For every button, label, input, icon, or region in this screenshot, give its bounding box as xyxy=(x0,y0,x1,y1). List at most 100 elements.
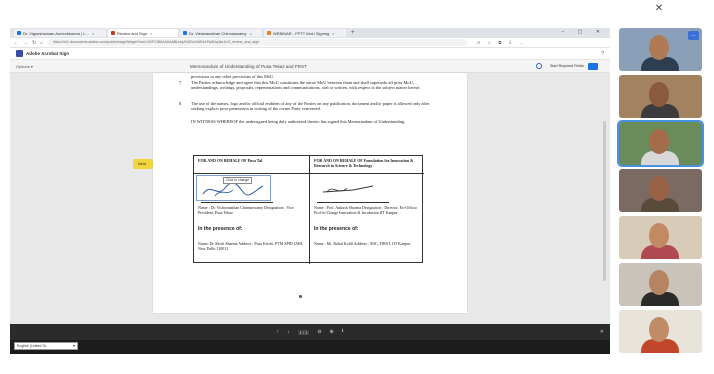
participant-gallery: … xyxy=(617,28,704,358)
scroll-down-icon[interactable]: ↓ xyxy=(287,329,290,335)
start-button[interactable] xyxy=(588,63,598,70)
reload-icon[interactable]: ↻ xyxy=(32,40,36,46)
witness-details: Name: Dr Akriti Sharma Address : Pusa Kr… xyxy=(198,241,304,251)
clause-number: 8. xyxy=(179,101,183,106)
paragraph: provisions in any other provisions of th… xyxy=(191,74,275,79)
options-menu[interactable]: Options ▾ xyxy=(16,64,33,69)
participant-face xyxy=(649,35,669,60)
party-heading: FOR AND ON BEHALF OF Pusa Tal. xyxy=(198,158,264,163)
acrobat-header: Adobe Acrobat Sign ? xyxy=(10,48,610,60)
app-name: Adobe Acrobat Sign xyxy=(26,51,70,56)
language-select[interactable]: English (United St... ▾ xyxy=(14,342,78,350)
address-bar: ← → ↻ ⌂ https://in1.documents.adobe.com/… xyxy=(10,38,610,48)
start-fields-label[interactable]: Start Required Fields xyxy=(550,64,584,68)
signer-details: Name : Prof. Ankush Sharma Designation :… xyxy=(314,205,417,215)
document-page: provisions in any other provisions of th… xyxy=(153,73,467,313)
forward-icon[interactable]: → xyxy=(23,40,28,46)
witness-statement: IN WITNESS WHEREOF the undersigned being… xyxy=(191,119,406,124)
document-toolbar: Options ▾ Memorandum of Understanding of… xyxy=(10,60,610,73)
home-icon[interactable]: ⌂ xyxy=(40,40,43,46)
clause-number: 7. xyxy=(179,80,183,85)
address-bar-icons: A ☆ ⧉ ⇩ … xyxy=(477,40,524,46)
browser-tab[interactable]: WEBINAR - FPTT MoU Signing × xyxy=(264,29,346,37)
scroll-up-icon[interactable]: ↑ xyxy=(277,329,280,335)
participant-face xyxy=(649,82,669,107)
zoom-out-icon[interactable]: ⊖ xyxy=(317,329,321,335)
url-field[interactable]: https://in1.documents.adobe.com/public/e… xyxy=(47,39,468,46)
document-viewer: Next provisions in any other provisions … xyxy=(10,73,610,324)
signer-details: Name : Dr. Vishwanathan Chinnaswamy Desi… xyxy=(198,205,294,215)
download-icon[interactable]: ⭳ xyxy=(342,328,344,336)
more-options-icon[interactable]: … xyxy=(688,31,699,40)
signature-drawing xyxy=(322,185,374,193)
clause-8: The use of the names, logo and/or offici… xyxy=(191,101,430,112)
tab-label: Review and Sign xyxy=(117,30,148,36)
browser-tab[interactable]: Dr. Vigneshwaran Aneeshkumar | L... × xyxy=(14,29,106,37)
close-icon[interactable]: ✕ xyxy=(651,3,667,15)
participant-tile[interactable] xyxy=(619,263,702,306)
signature-field[interactable]: Click to change xyxy=(196,175,273,203)
meeting-top-bar: ✕ xyxy=(0,0,714,22)
signature-column-left: FOR AND ON BEHALF OF Pusa Tal. Click to … xyxy=(194,156,309,264)
participant-face xyxy=(649,270,669,295)
tab-label: Dr. Vishwanathan Chinnaswamy xyxy=(189,30,247,36)
read-aloud-icon[interactable]: A xyxy=(477,40,480,46)
presence-heading: In the presence of: xyxy=(314,226,359,232)
participant-face xyxy=(649,317,669,342)
favorite-icon[interactable]: ☆ xyxy=(487,40,491,46)
screen-share-area: Dr. Vigneshwaran Aneeshkumar | L... × Re… xyxy=(10,28,610,354)
tab-favicon-icon xyxy=(267,31,271,35)
zoom-in-icon[interactable]: ⊕ xyxy=(330,329,334,335)
back-icon[interactable]: ← xyxy=(14,40,19,46)
browser-tabstrip: Dr. Vigneshwaran Aneeshkumar | L... × Re… xyxy=(10,28,610,38)
participant-tile[interactable]: … xyxy=(619,28,702,71)
vertical-scrollbar[interactable] xyxy=(603,121,606,281)
tab-favicon-icon xyxy=(183,31,187,35)
signature-line xyxy=(317,202,389,203)
download-icon[interactable]: ⇩ xyxy=(509,40,513,46)
clause-7: The Parties acknowledge and agree that t… xyxy=(191,80,421,91)
participant-tile[interactable] xyxy=(619,169,702,212)
close-icon[interactable]: × xyxy=(150,31,152,36)
tab-favicon-icon xyxy=(111,31,115,35)
click-to-change-tooltip[interactable]: Click to change xyxy=(223,177,253,185)
close-icon[interactable]: × xyxy=(92,31,94,36)
close-icon[interactable]: ✕ xyxy=(600,329,604,335)
page-marker xyxy=(299,295,302,298)
collections-icon[interactable]: ⧉ xyxy=(498,40,501,46)
participant-tile[interactable] xyxy=(619,75,702,118)
viewer-controls: ↑ ↓ 1 / 1 ⊖ ⊕ ⭳ ✕ xyxy=(10,324,610,340)
next-field-tag[interactable]: Next xyxy=(133,159,156,169)
party-heading: FOR AND ON BEHALF OF Foundation for Inno… xyxy=(314,158,414,168)
window-controls[interactable]: – ▢ ✕ xyxy=(562,29,606,35)
document-title: Memorandum of Understanding of Pusa Teka… xyxy=(190,64,307,69)
language-value: English (United St... xyxy=(17,344,49,348)
chat-icon[interactable] xyxy=(536,63,542,69)
close-icon[interactable]: × xyxy=(332,31,334,36)
signature-field[interactable] xyxy=(312,175,389,203)
tab-label: WEBINAR - FPTT MoU Signing xyxy=(273,30,330,36)
share-footer xyxy=(10,340,610,354)
signature-column-right: FOR AND ON BEHALF OF Foundation for Inno… xyxy=(309,156,424,264)
close-icon[interactable]: × xyxy=(250,31,252,36)
participant-tile[interactable] xyxy=(619,310,702,353)
witness-details: Name : Mr. Rahul Kohli Address : SIIC, F… xyxy=(314,241,411,246)
signature-table: FOR AND ON BEHALF OF Pusa Tal. Click to … xyxy=(193,155,424,264)
participant-face xyxy=(649,129,669,154)
participant-face xyxy=(649,176,669,201)
presence-heading: In the presence of: xyxy=(198,226,243,232)
signature-line xyxy=(201,202,273,203)
new-tab-icon[interactable]: + xyxy=(351,30,355,36)
browser-tab[interactable]: Dr. Vishwanathan Chinnaswamy × xyxy=(180,29,262,37)
acrobat-logo-icon xyxy=(16,50,23,57)
more-icon[interactable]: … xyxy=(519,40,524,46)
page-indicator[interactable]: 1 / 1 xyxy=(297,329,310,335)
participant-tile[interactable] xyxy=(619,216,702,259)
tab-favicon-icon xyxy=(17,31,21,35)
tab-label: Dr. Vigneshwaran Aneeshkumar | L... xyxy=(23,30,89,36)
participant-tile-speaking[interactable] xyxy=(617,120,704,167)
browser-tab-active[interactable]: Review and Sign × xyxy=(108,29,178,37)
meeting-bottom-bar xyxy=(0,358,714,374)
help-icon[interactable]: ? xyxy=(601,51,604,57)
chevron-down-icon: ▾ xyxy=(72,343,75,348)
